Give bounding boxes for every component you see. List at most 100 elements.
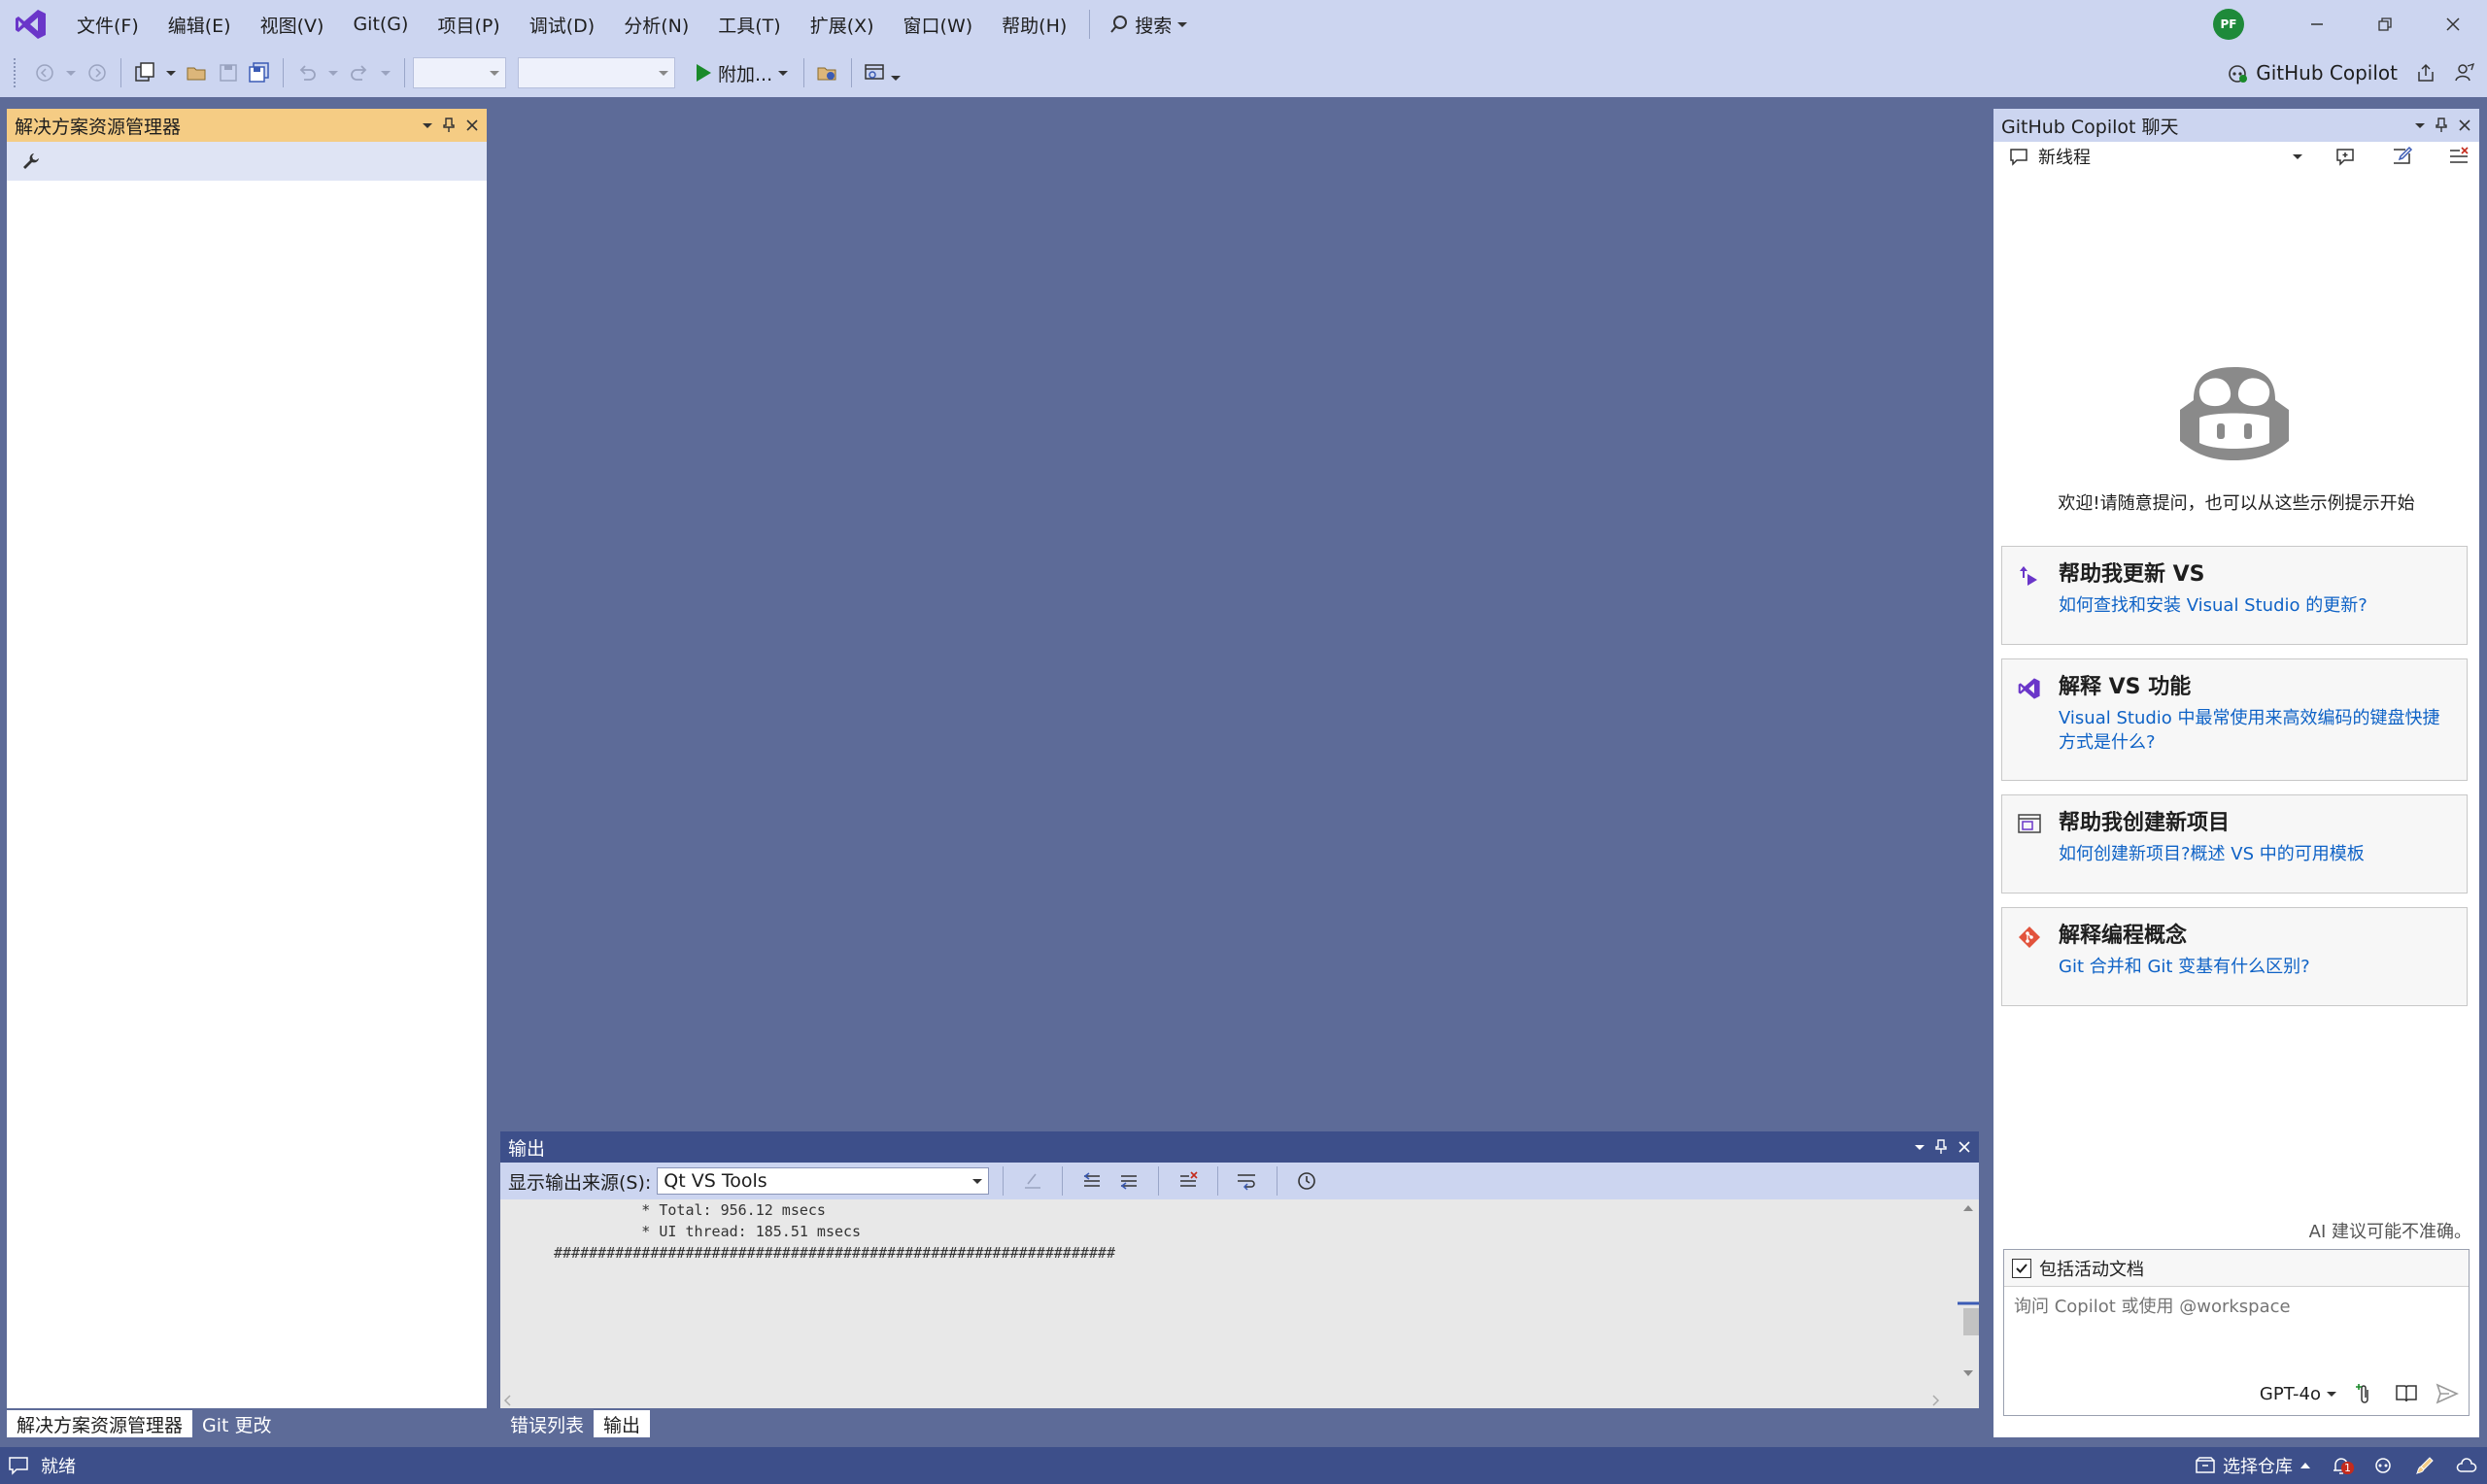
output-source-select[interactable]: Qt VS Tools	[657, 1167, 990, 1195]
panel-menu-icon[interactable]	[423, 122, 432, 128]
share-icon	[2418, 63, 2434, 82]
chevron-down-icon[interactable]	[2293, 153, 2302, 159]
avatar[interactable]: PF	[2213, 9, 2244, 40]
menu-edit[interactable]: 编辑(E)	[153, 0, 246, 49]
chevron-down-icon[interactable]	[328, 70, 338, 76]
paint-brush-icon[interactable]	[2415, 1456, 2435, 1475]
output-text[interactable]: * Total: 956.12 msecs * UI thread: 185.5…	[500, 1199, 1958, 1394]
thread-selector[interactable]: 新线程	[1993, 142, 2479, 171]
title-bar: 文件(F) 编辑(E) 视图(V) Git(G) 项目(P) 调试(D) 分析(…	[0, 0, 2487, 49]
chevron-down-icon	[659, 70, 668, 76]
new-project-icon	[2018, 813, 2041, 834]
save-all-button[interactable]	[244, 54, 275, 91]
chevron-down-icon	[972, 1178, 983, 1184]
solution-platform-select[interactable]	[518, 57, 675, 88]
browse-button[interactable]	[812, 54, 843, 91]
layout-button[interactable]	[860, 54, 891, 91]
notifications-button[interactable]: 1	[2332, 1456, 2354, 1475]
menu-view[interactable]: 视图(V)	[246, 0, 339, 49]
new-thread-icon[interactable]	[2335, 146, 2357, 167]
output-horizontal-scrollbar[interactable]	[500, 1393, 1958, 1408]
include-active-document-row[interactable]: 包括活动文档	[2004, 1250, 2469, 1287]
repository-icon	[2196, 1457, 2215, 1473]
next-message-button[interactable]	[1113, 1165, 1144, 1197]
prompt-library-icon[interactable]	[2395, 1383, 2418, 1404]
copilot-status-icon[interactable]	[2372, 1456, 2394, 1475]
status-right: 选择仓库 1	[2196, 1453, 2487, 1478]
thread-label: 新线程	[2038, 148, 2091, 168]
solution-config-select[interactable]	[413, 57, 506, 88]
menu-window[interactable]: 窗口(W)	[889, 0, 988, 49]
back-icon	[36, 64, 53, 82]
output-header[interactable]: 输出	[500, 1131, 1979, 1163]
suggestion-card-programming-concepts[interactable]: 解释编程概念 Git 合并和 Git 变基有什么区别?	[2001, 907, 2468, 1006]
suggestion-card-explain-vs[interactable]: 解释 VS 功能 Visual Studio 中最常使用来高效编码的键盘快捷方式…	[2001, 658, 2468, 781]
close-icon[interactable]	[1958, 1140, 1971, 1154]
new-project-button[interactable]	[129, 54, 160, 91]
model-selector[interactable]: GPT-4o	[2260, 1384, 2336, 1404]
find-message-button[interactable]	[1017, 1165, 1048, 1197]
word-wrap-button[interactable]	[1232, 1165, 1263, 1197]
tab-solution-explorer[interactable]: 解决方案资源管理器	[7, 1410, 193, 1437]
attach-run-button[interactable]: 附加...	[687, 60, 796, 86]
chevron-down-icon[interactable]	[381, 70, 391, 76]
cloud-icon[interactable]	[2456, 1457, 2477, 1474]
suggestion-card-new-project[interactable]: 帮助我创建新项目 如何创建新项目?概述 VS 中的可用模板	[2001, 794, 2468, 894]
send-icon[interactable]	[2436, 1383, 2459, 1404]
output-window-icon[interactable]	[8, 1455, 29, 1476]
copilot-chat-header[interactable]: GitHub Copilot 聊天	[1993, 109, 2479, 142]
delete-threads-icon[interactable]	[2448, 146, 2470, 167]
include-active-document-checkbox[interactable]	[2012, 1258, 2031, 1278]
timestamp-button[interactable]	[1291, 1165, 1322, 1197]
pin-icon[interactable]	[2435, 118, 2448, 133]
close-icon[interactable]	[2458, 118, 2471, 132]
edit-thread-icon[interactable]	[2392, 146, 2413, 167]
select-repository-button[interactable]: 选择仓库	[2196, 1453, 2310, 1478]
close-button[interactable]	[2419, 0, 2487, 49]
output-vertical-scrollbar[interactable]	[1958, 1199, 1979, 1394]
tab-error-list[interactable]: 错误列表	[500, 1410, 594, 1437]
properties-button[interactable]	[20, 151, 42, 172]
menu-extensions[interactable]: 扩展(X)	[796, 0, 889, 49]
minimize-button[interactable]	[2283, 0, 2351, 49]
redo-button[interactable]	[344, 54, 375, 91]
pin-icon[interactable]	[442, 118, 456, 133]
search-button[interactable]: 搜索	[1098, 0, 1199, 49]
menu-file[interactable]: 文件(F)	[62, 0, 153, 49]
panel-menu-icon[interactable]	[2415, 122, 2425, 128]
suggestion-card-update-vs[interactable]: 帮助我更新 VS 如何查找和安装 Visual Studio 的更新?	[2001, 546, 2468, 645]
chat-input[interactable]	[2014, 1297, 2461, 1317]
toolbar-separator	[404, 58, 405, 87]
back-button[interactable]	[29, 54, 60, 91]
menu-help[interactable]: 帮助(H)	[987, 0, 1081, 49]
chevron-down-icon	[1177, 21, 1188, 27]
menu-analyze[interactable]: 分析(N)	[609, 0, 703, 49]
github-copilot-button[interactable]: GitHub Copilot	[2215, 61, 2487, 84]
chevron-down-icon[interactable]	[166, 70, 176, 76]
menu-debug[interactable]: 调试(D)	[515, 0, 609, 49]
pin-icon[interactable]	[1934, 1139, 1948, 1155]
close-icon[interactable]	[465, 118, 479, 132]
solution-explorer-header[interactable]: 解决方案资源管理器	[7, 109, 487, 142]
restore-button[interactable]	[2351, 0, 2419, 49]
chevron-down-icon[interactable]	[778, 70, 789, 76]
prev-message-button[interactable]	[1076, 1165, 1107, 1197]
toolbar-overflow-icon[interactable]	[891, 75, 902, 81]
tab-output[interactable]: 输出	[594, 1410, 651, 1437]
save-button[interactable]	[213, 54, 244, 91]
menu-git[interactable]: Git(G)	[338, 0, 423, 49]
clear-all-button[interactable]	[1173, 1165, 1204, 1197]
open-folder-button[interactable]	[182, 54, 213, 91]
menu-project[interactable]: 项目(P)	[423, 0, 514, 49]
attach-icon[interactable]	[2354, 1382, 2377, 1405]
chevron-down-icon[interactable]	[66, 70, 76, 76]
vs-logo-icon[interactable]	[0, 0, 62, 49]
menu-tools[interactable]: 工具(T)	[703, 0, 795, 49]
search-icon	[1109, 15, 1129, 34]
panel-menu-icon[interactable]	[1915, 1144, 1925, 1150]
undo-button[interactable]	[291, 54, 323, 91]
toolbar-grip[interactable]	[14, 58, 19, 87]
copilot-mascot-icon	[2174, 361, 2295, 462]
tab-git-changes[interactable]: Git 更改	[192, 1410, 282, 1437]
forward-button[interactable]	[82, 54, 113, 91]
